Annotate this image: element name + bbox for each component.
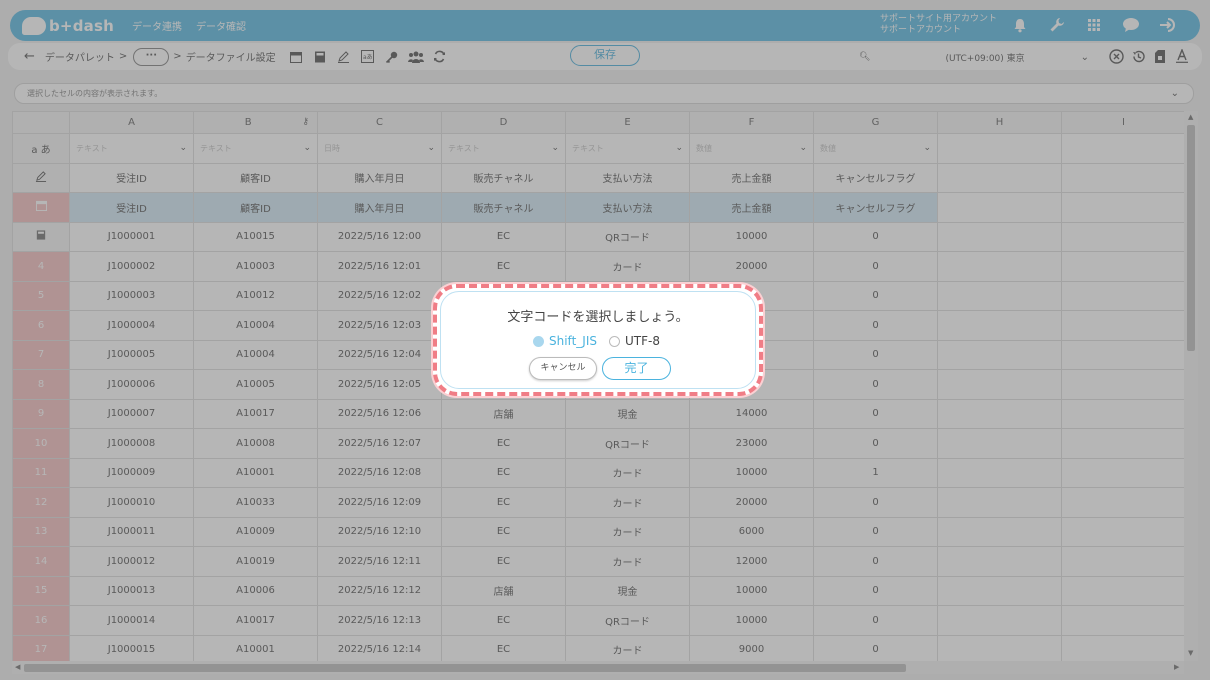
- radio-dot: [533, 335, 544, 347]
- radio-dot: [608, 335, 620, 347]
- radio-shift-jis[interactable]: Shift_JIS: [533, 334, 597, 348]
- radio-label: UTF-8: [624, 334, 660, 348]
- done-button[interactable]: 完了: [602, 357, 671, 380]
- radio-utf8[interactable]: UTF-8: [608, 334, 660, 348]
- dialog-title: 文字コードを選択しましょう。: [507, 310, 689, 325]
- cancel-button[interactable]: キャンセル: [529, 357, 597, 380]
- encoding-dialog: 文字コードを選択しましょう。 Shift_JIS UTF-8 キャンセル 完了: [433, 284, 763, 396]
- radio-label: Shift_JIS: [549, 334, 597, 348]
- encoding-options: Shift_JIS UTF-8: [533, 334, 672, 348]
